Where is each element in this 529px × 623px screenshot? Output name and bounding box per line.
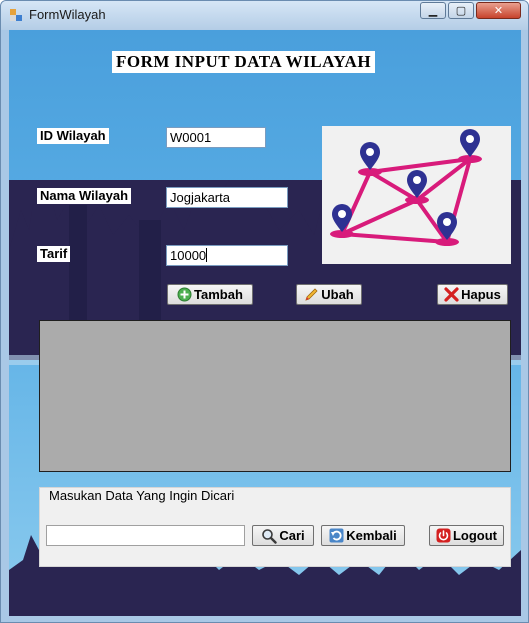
minimize-button[interactable]: ▁ (420, 2, 446, 19)
kembali-button[interactable]: Kembali (321, 525, 405, 546)
nama-wilayah-label: Nama Wilayah (37, 188, 132, 204)
tarif-field[interactable]: 10000 (166, 245, 288, 266)
id-wilayah-label: ID Wilayah (37, 128, 109, 144)
tarif-value: 10000 (170, 248, 207, 263)
data-grid[interactable] (39, 320, 511, 472)
nama-wilayah-field[interactable]: Jogjakarta (166, 187, 288, 208)
window-title: FormWilayah (29, 7, 106, 22)
text-cursor (206, 248, 208, 262)
ubah-button[interactable]: Ubah (296, 284, 362, 305)
magnifier-icon (262, 528, 278, 544)
page-title: FORM INPUT DATA WILAYAH (112, 51, 376, 73)
search-input[interactable] (46, 525, 245, 546)
cari-label: Cari (279, 528, 305, 543)
logout-label: Logout (452, 528, 498, 543)
maximize-button[interactable]: ▢ (448, 2, 474, 19)
search-legend: Masukan Data Yang Ingin Dicari (48, 488, 236, 503)
tambah-button[interactable]: Tambah (167, 284, 253, 305)
red-x-icon (444, 287, 459, 302)
plus-circle-icon (177, 287, 192, 302)
refresh-icon (329, 528, 344, 543)
tarif-label: Tarif (37, 246, 71, 262)
logout-button[interactable]: Logout (429, 525, 504, 546)
id-wilayah-field[interactable]: W0001 (166, 127, 266, 148)
pencil-icon (305, 288, 318, 301)
map-pins-icon (322, 126, 511, 264)
hapus-button[interactable]: Hapus (437, 284, 508, 305)
close-button[interactable]: ✕ (476, 2, 521, 19)
tambah-label: Tambah (194, 287, 243, 302)
power-icon (436, 528, 451, 543)
search-groupbox: Masukan Data Yang Ingin Dicari Cari Kemb… (39, 487, 511, 567)
form-window: FormWilayah ▁ ▢ ✕ FORM INPUT DATA WILAYA… (0, 0, 529, 623)
ubah-label: Ubah (321, 287, 354, 302)
app-icon (10, 9, 22, 21)
cari-button[interactable]: Cari (252, 525, 314, 546)
kembali-label: Kembali (346, 528, 397, 543)
form-body: FORM INPUT DATA WILAYAH ID Wilayah W0001… (9, 30, 521, 616)
hapus-label: Hapus (461, 287, 501, 302)
title-bar[interactable]: FormWilayah ▁ ▢ ✕ (1, 1, 528, 30)
